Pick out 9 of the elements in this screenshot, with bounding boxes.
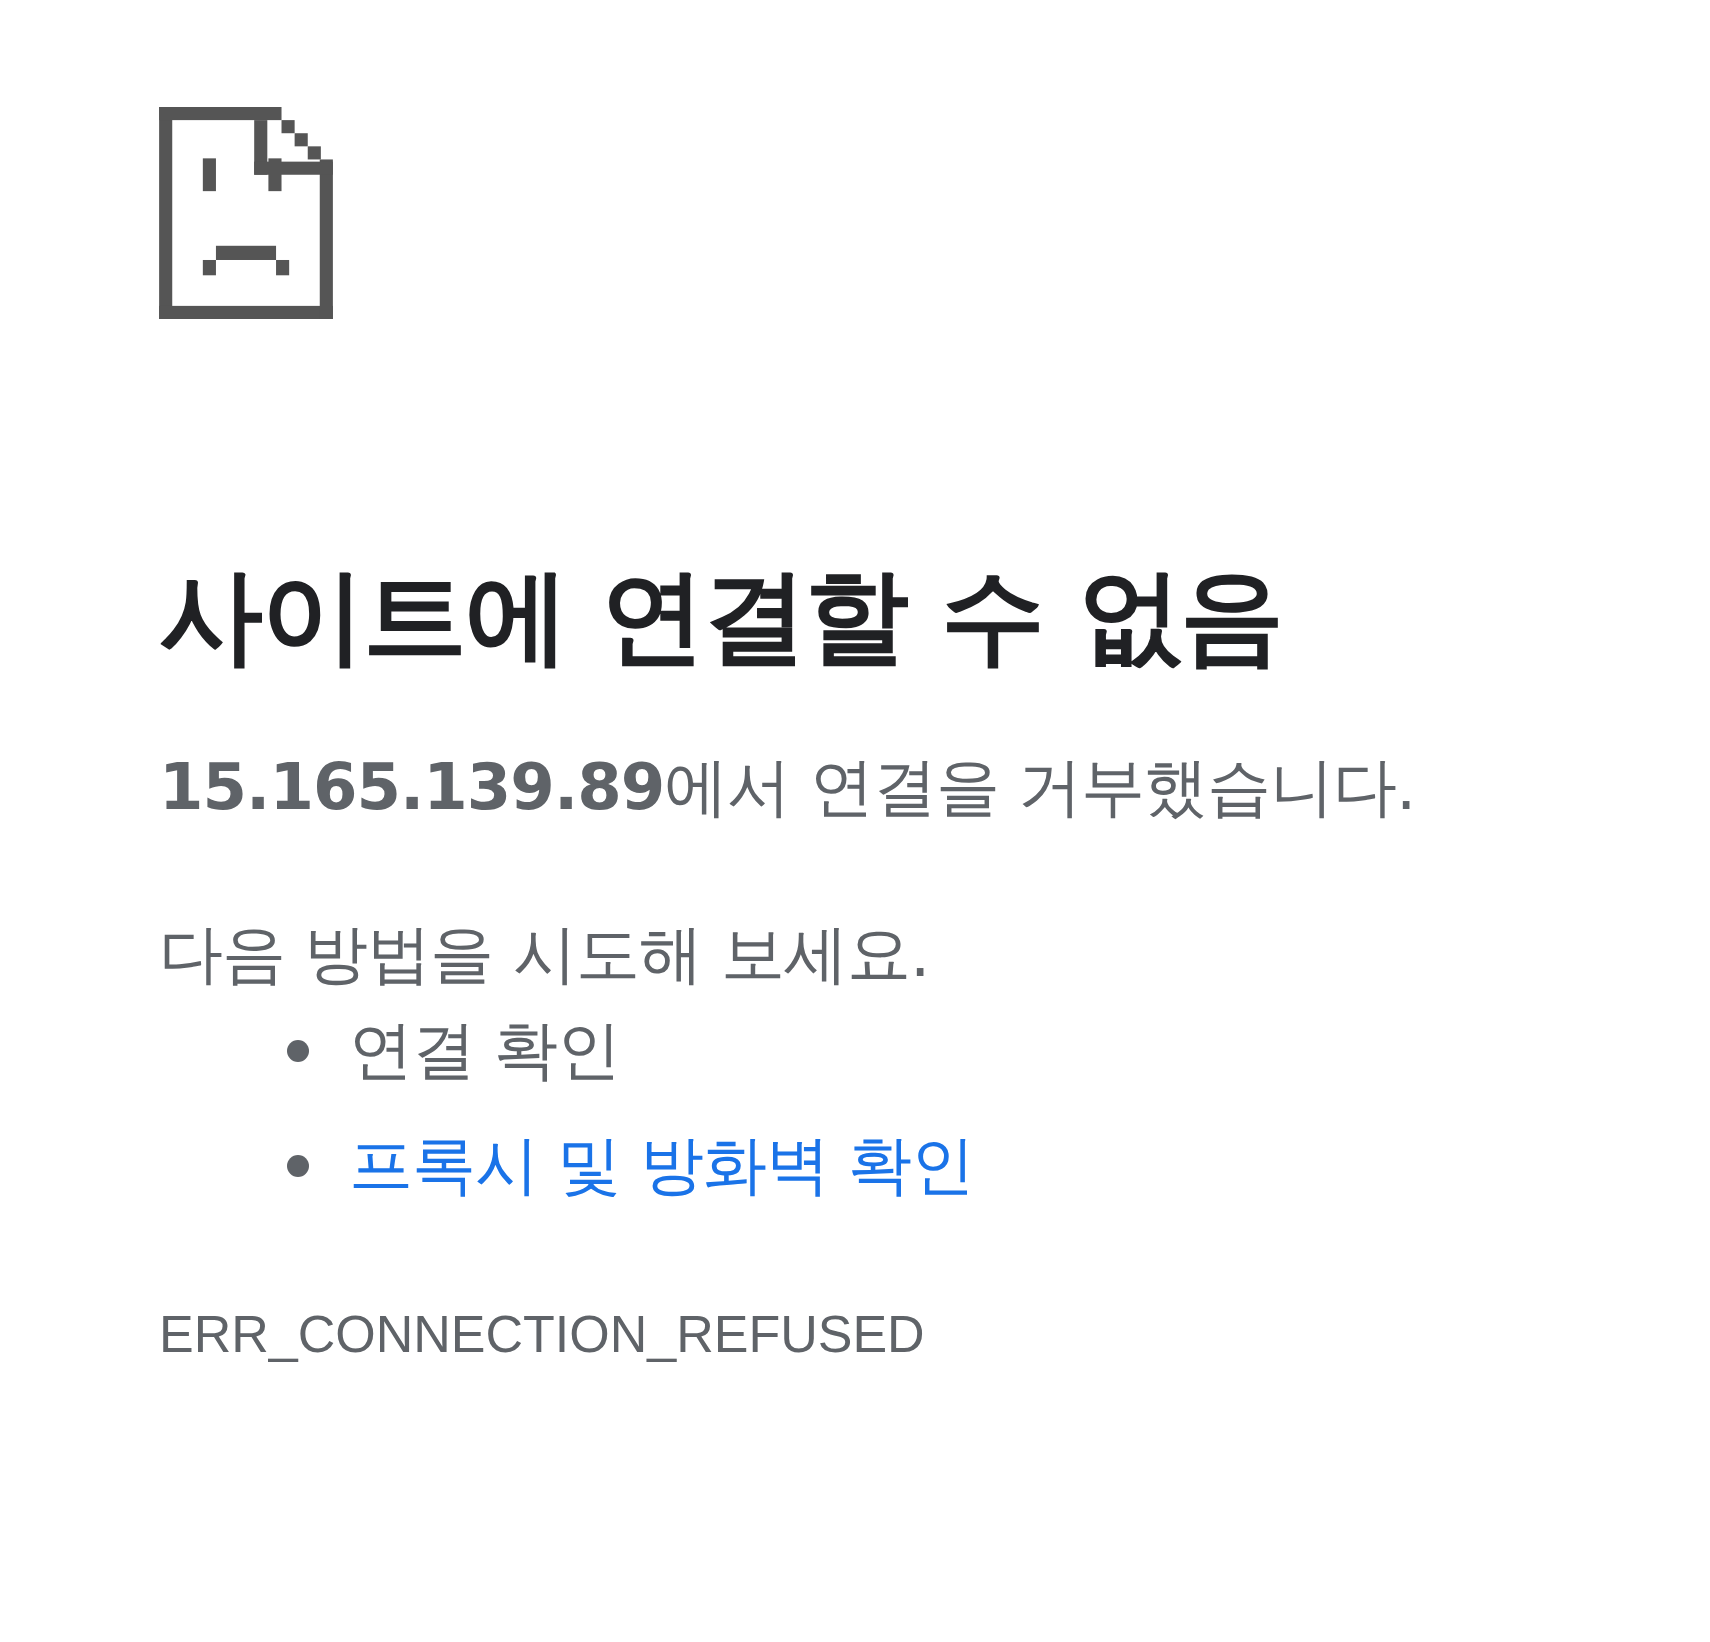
bullet-icon (287, 1039, 309, 1062)
error-heading: 사이트에 연결할 수 없음 (159, 554, 1283, 679)
proxy-link[interactable]: 프록시 및 방화벽 확인 (349, 1127, 975, 1204)
suggestion-text: 연결 확인 (349, 1012, 621, 1090)
suggestions-intro: 다음 방법을 시도해 보세요. (159, 915, 931, 993)
bullet-icon (287, 1154, 309, 1177)
sad-page-icon (159, 107, 333, 319)
error-summary: 15.165.139.89에서 연결을 거부했습니다. (159, 748, 1417, 826)
error-code: ERR_CONNECTION_REFUSED (159, 1304, 926, 1364)
